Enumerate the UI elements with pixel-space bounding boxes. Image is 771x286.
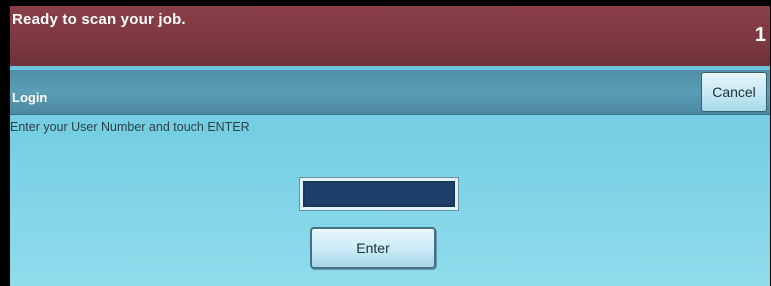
enter-button[interactable]: Enter [310,227,436,269]
touchscreen-panel: Ready to scan your job. 1 Login Cancel E… [10,6,770,286]
page-title: Login [12,90,48,105]
status-bar: Ready to scan your job. 1 [10,6,770,66]
job-count-indicator: 1 [754,24,766,46]
status-message: Ready to scan your job. [12,11,186,28]
instruction-text: Enter your User Number and touch ENTER [10,120,250,134]
user-number-field[interactable] [299,177,459,211]
title-bar: Login [10,70,770,115]
cancel-button[interactable]: Cancel [701,72,767,112]
